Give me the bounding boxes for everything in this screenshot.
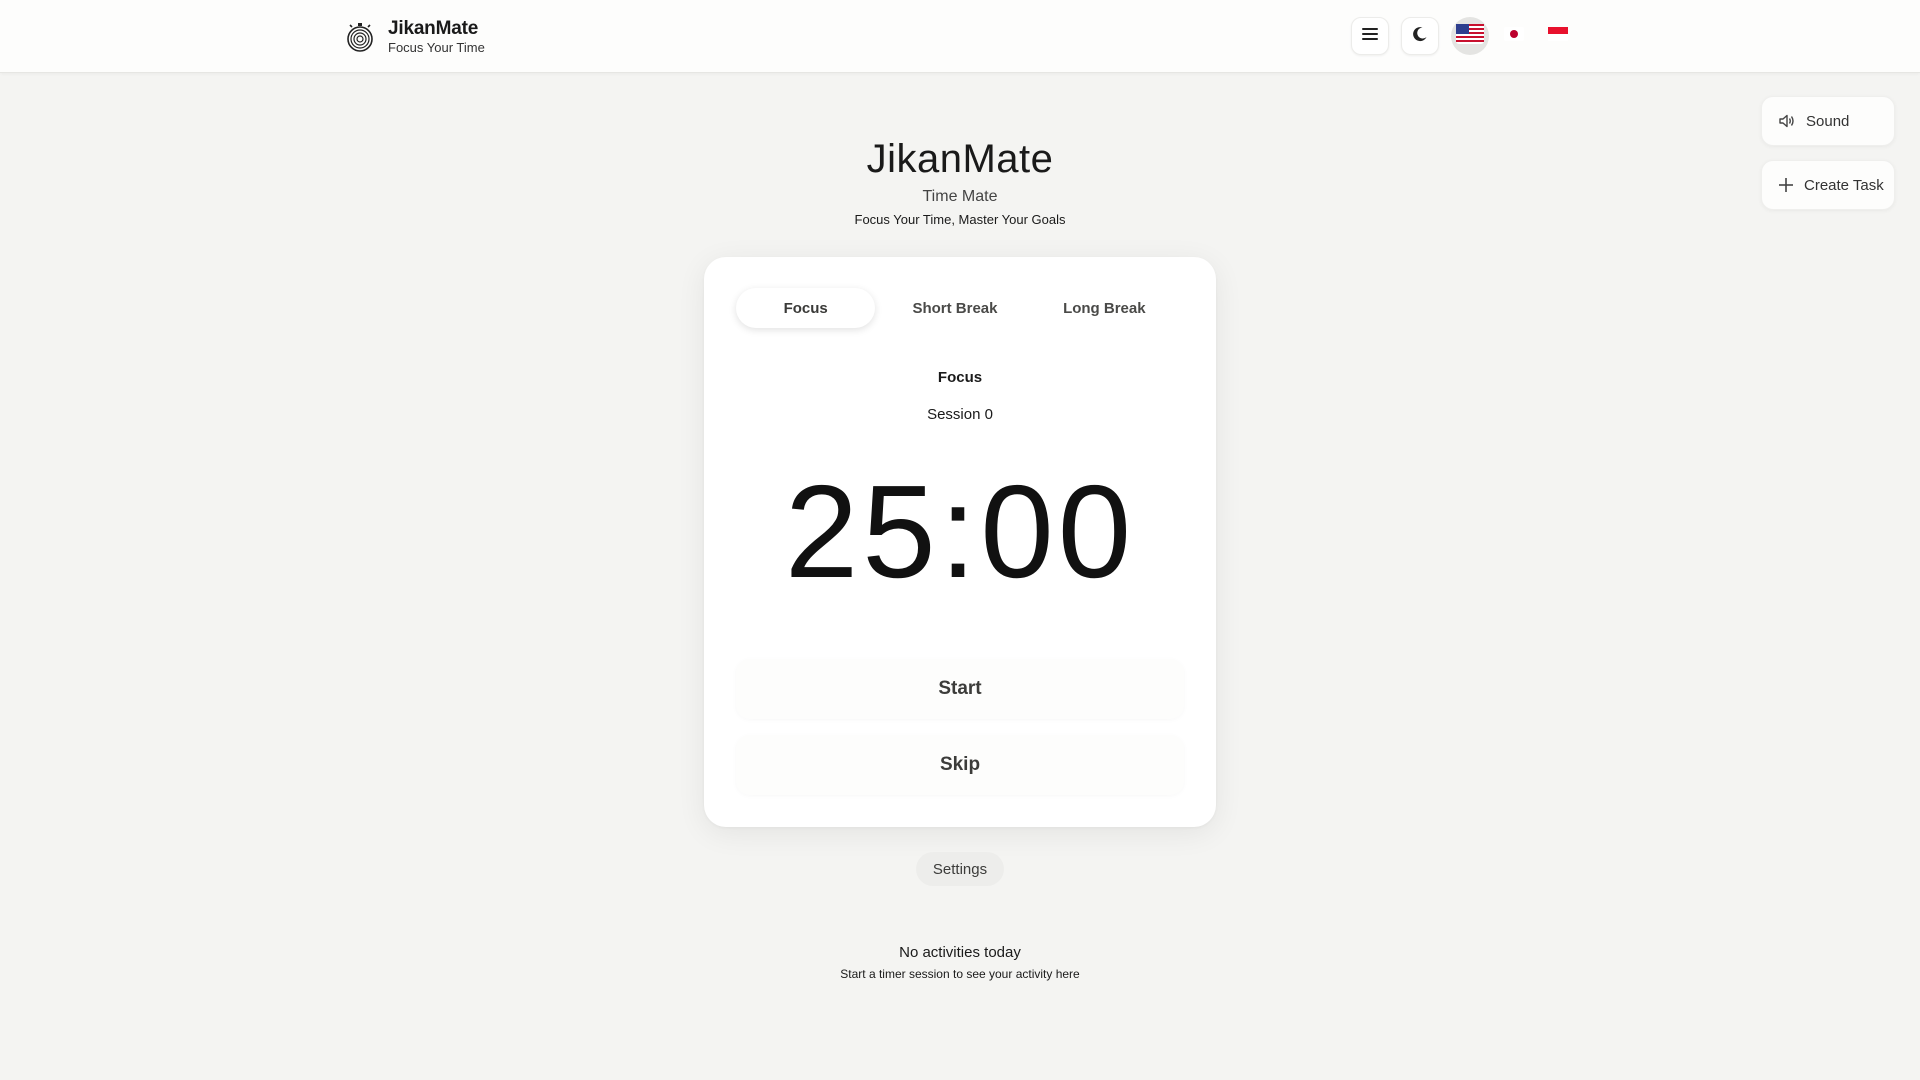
brand-tagline: Focus Your Time [388, 40, 485, 55]
sound-label: Sound [1806, 112, 1850, 130]
tab-focus[interactable]: Focus [736, 288, 876, 328]
speaker-icon [1778, 113, 1796, 129]
language-japanese-button[interactable] [1495, 17, 1533, 55]
session-counter: Session 0 [927, 406, 993, 423]
hero-section: JikanMate Time Mate Focus Your Time, Mas… [0, 134, 1920, 227]
us-flag-icon [1456, 23, 1484, 49]
settings-button[interactable]: Settings [916, 852, 1004, 886]
skip-button[interactable]: Skip [736, 735, 1184, 795]
stopwatch-logo-icon [344, 21, 376, 53]
brand[interactable]: JikanMate Focus Your Time [344, 19, 485, 54]
language-english-button[interactable] [1451, 17, 1489, 55]
activity-empty-title: No activities today [899, 944, 1021, 961]
activity-empty-subtitle: Start a timer session to see your activi… [840, 967, 1080, 981]
activity-section: No activities today Start a timer sessio… [0, 944, 1920, 981]
page-subtitle: Time Mate [922, 188, 998, 205]
tab-short-break[interactable]: Short Break [885, 288, 1024, 328]
page-tagline: Focus Your Time, Master Your Goals [854, 212, 1066, 227]
indonesia-flag-icon [1548, 26, 1568, 46]
japan-flag-icon [1504, 26, 1524, 46]
top-header: JikanMate Focus Your Time [0, 0, 1920, 73]
mode-tabs: Focus Short Break Long Break [736, 288, 1184, 328]
menu-icon [1361, 26, 1379, 47]
timer-display: 25:00 [784, 458, 1136, 605]
moon-icon [1412, 26, 1428, 47]
start-button[interactable]: Start [736, 659, 1184, 719]
brand-name: JikanMate [388, 18, 479, 39]
header-actions [1351, 17, 1583, 55]
theme-toggle-button[interactable] [1401, 17, 1439, 55]
tab-long-break[interactable]: Long Break [1035, 288, 1174, 328]
menu-button[interactable] [1351, 17, 1389, 55]
current-mode-label: Focus [937, 369, 983, 386]
language-indonesian-button[interactable] [1539, 17, 1577, 55]
page-title: JikanMate [866, 137, 1054, 181]
